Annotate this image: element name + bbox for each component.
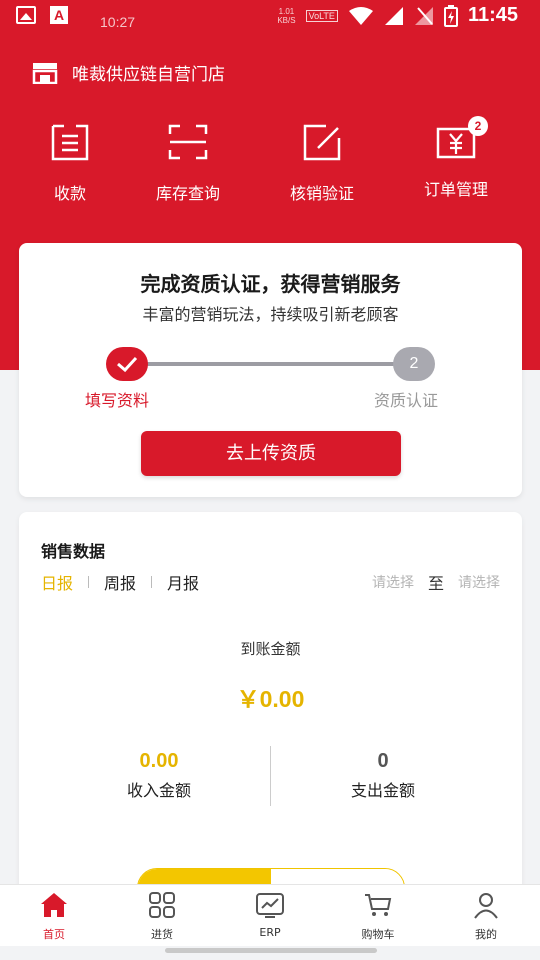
quick-actions: 收款 库存查询 核销验证 2 订单管理 <box>0 116 540 203</box>
nav-label: 进货 <box>151 928 173 941</box>
period-tabs: 日报 周报 月报 <box>41 570 199 594</box>
step-1-complete <box>106 347 148 381</box>
gallery-icon <box>16 6 36 24</box>
signal-off-icon <box>414 6 433 25</box>
grid-icon <box>149 892 175 918</box>
tab-divider <box>88 576 90 588</box>
certification-card: 完成资质认证，获得营销服务 丰富的营销玩法，持续吸引新老顾客 2 填写资料 资质… <box>19 243 522 497</box>
cert-subtitle: 丰富的营销玩法，持续吸引新老顾客 <box>142 305 399 324</box>
gesture-bar[interactable] <box>165 948 377 953</box>
nav-home[interactable]: 首页 <box>0 885 108 946</box>
upload-qualification-button[interactable]: 去上传资质 <box>141 431 401 476</box>
step-2-label: 资质认证 <box>374 391 439 410</box>
quick-action-label: 订单管理 <box>423 180 488 199</box>
battery-icon <box>443 4 458 27</box>
wifi-icon <box>348 6 373 25</box>
status-bar: A 10:27 1.01 KB/S VoLTE 11:45 <box>0 0 540 36</box>
tab-daily[interactable]: 日报 <box>41 570 73 594</box>
status-time-small: 10:27 <box>100 14 136 30</box>
tab-weekly[interactable]: 周报 <box>104 570 136 594</box>
signal-icon <box>384 6 403 25</box>
erp-icon <box>256 893 284 918</box>
quick-action-label: 核销验证 <box>289 184 354 203</box>
cart-icon <box>365 894 392 916</box>
home-icon <box>41 893 67 917</box>
expense-label: 支出金额 <box>350 781 415 800</box>
step-2-pending: 2 <box>393 347 435 381</box>
store-name: 唯裁供应链自营门店 <box>72 65 225 85</box>
net-speed: 1.01 KB/S <box>277 6 296 25</box>
end-date-picker[interactable]: 请选择 <box>458 572 500 592</box>
cert-title: 完成资质认证，获得营销服务 <box>140 272 401 296</box>
nav-purchase[interactable]: 进货 <box>108 885 216 946</box>
receipt-icon <box>51 124 89 161</box>
profile-icon <box>474 893 498 919</box>
nav-erp[interactable]: ERP <box>216 885 324 946</box>
tab-monthly[interactable]: 月报 <box>167 570 199 594</box>
quick-action-orders[interactable]: 2 订单管理 <box>396 116 516 200</box>
status-time: 11:45 <box>467 4 518 26</box>
quick-action-receive-payment[interactable]: 收款 <box>10 118 130 204</box>
income-label: 收入金额 <box>126 781 191 800</box>
step-1-label: 填写资料 <box>85 391 150 410</box>
arrival-amount-label: 到账金额 <box>240 640 301 658</box>
date-range-separator: 至 <box>427 574 444 593</box>
edit-icon <box>303 124 341 161</box>
bottom-nav: 首页 进货 ERP 购物车 我的 <box>0 884 540 946</box>
date-range: 请选择 至 请选择 <box>372 570 500 594</box>
tab-divider <box>151 576 153 588</box>
metric-divider <box>270 746 271 806</box>
nav-label: 购物车 <box>361 928 395 941</box>
start-date-picker[interactable]: 请选择 <box>372 572 414 592</box>
expense-metric: 0 支出金额 <box>283 750 483 801</box>
quick-action-inventory[interactable]: 库存查询 <box>128 118 248 204</box>
sales-data-card: 销售数据 日报 周报 月报 请选择 至 请选择 到账金额 ￥0.00 0.00 … <box>19 512 522 932</box>
nav-profile[interactable]: 我的 <box>432 885 540 946</box>
app-notification-icon: A <box>50 6 68 24</box>
arrival-amount-value: ￥0.00 <box>236 686 305 712</box>
nav-cart[interactable]: 购物车 <box>324 885 432 946</box>
income-metric: 0.00 收入金额 <box>59 750 259 801</box>
quick-action-label: 收款 <box>53 184 86 203</box>
income-value: 0.00 <box>139 750 179 772</box>
order-count-badge: 2 <box>468 116 488 136</box>
nav-label: 首页 <box>43 928 65 941</box>
check-icon <box>117 356 138 373</box>
nav-label: 我的 <box>475 928 497 941</box>
expense-value: 0 <box>377 750 389 772</box>
sales-title: 销售数据 <box>41 542 106 561</box>
scan-icon <box>168 124 208 160</box>
quick-action-verify[interactable]: 核销验证 <box>262 118 382 204</box>
store-header[interactable]: 唯裁供应链自营门店 <box>32 60 225 85</box>
step-progress-line <box>127 362 417 366</box>
nav-label: ERP <box>259 926 281 939</box>
store-icon <box>32 62 58 84</box>
quick-action-label: 库存查询 <box>155 184 220 203</box>
volte-badge: VoLTE <box>305 9 338 22</box>
